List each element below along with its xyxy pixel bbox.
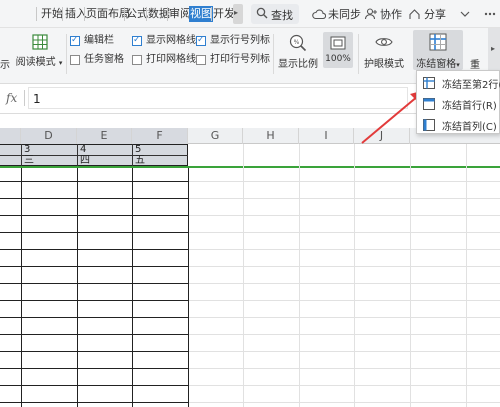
freeze-to-row-2-label: 冻结至第2行(R xyxy=(442,80,500,91)
freeze-first-row-icon xyxy=(423,98,435,110)
freeze-first-row-label: 冻结首行(R) xyxy=(442,101,497,112)
freeze-first-col-icon xyxy=(423,119,435,131)
freeze-first-col-label: 冻结首列(C) xyxy=(442,122,497,133)
freeze-first-row-item[interactable]: 冻结首行(R) xyxy=(417,94,500,114)
freeze-to-row-2-item[interactable]: 冻结至第2行(R xyxy=(417,73,500,93)
freeze-dropdown: 冻结至第2行(R 冻结首行(R) 冻结首列(C) xyxy=(416,70,500,134)
freeze-first-col-item[interactable]: 冻结首列(C) xyxy=(417,115,500,135)
annotation-arrow xyxy=(361,90,425,144)
freeze-rows-icon xyxy=(423,77,435,89)
